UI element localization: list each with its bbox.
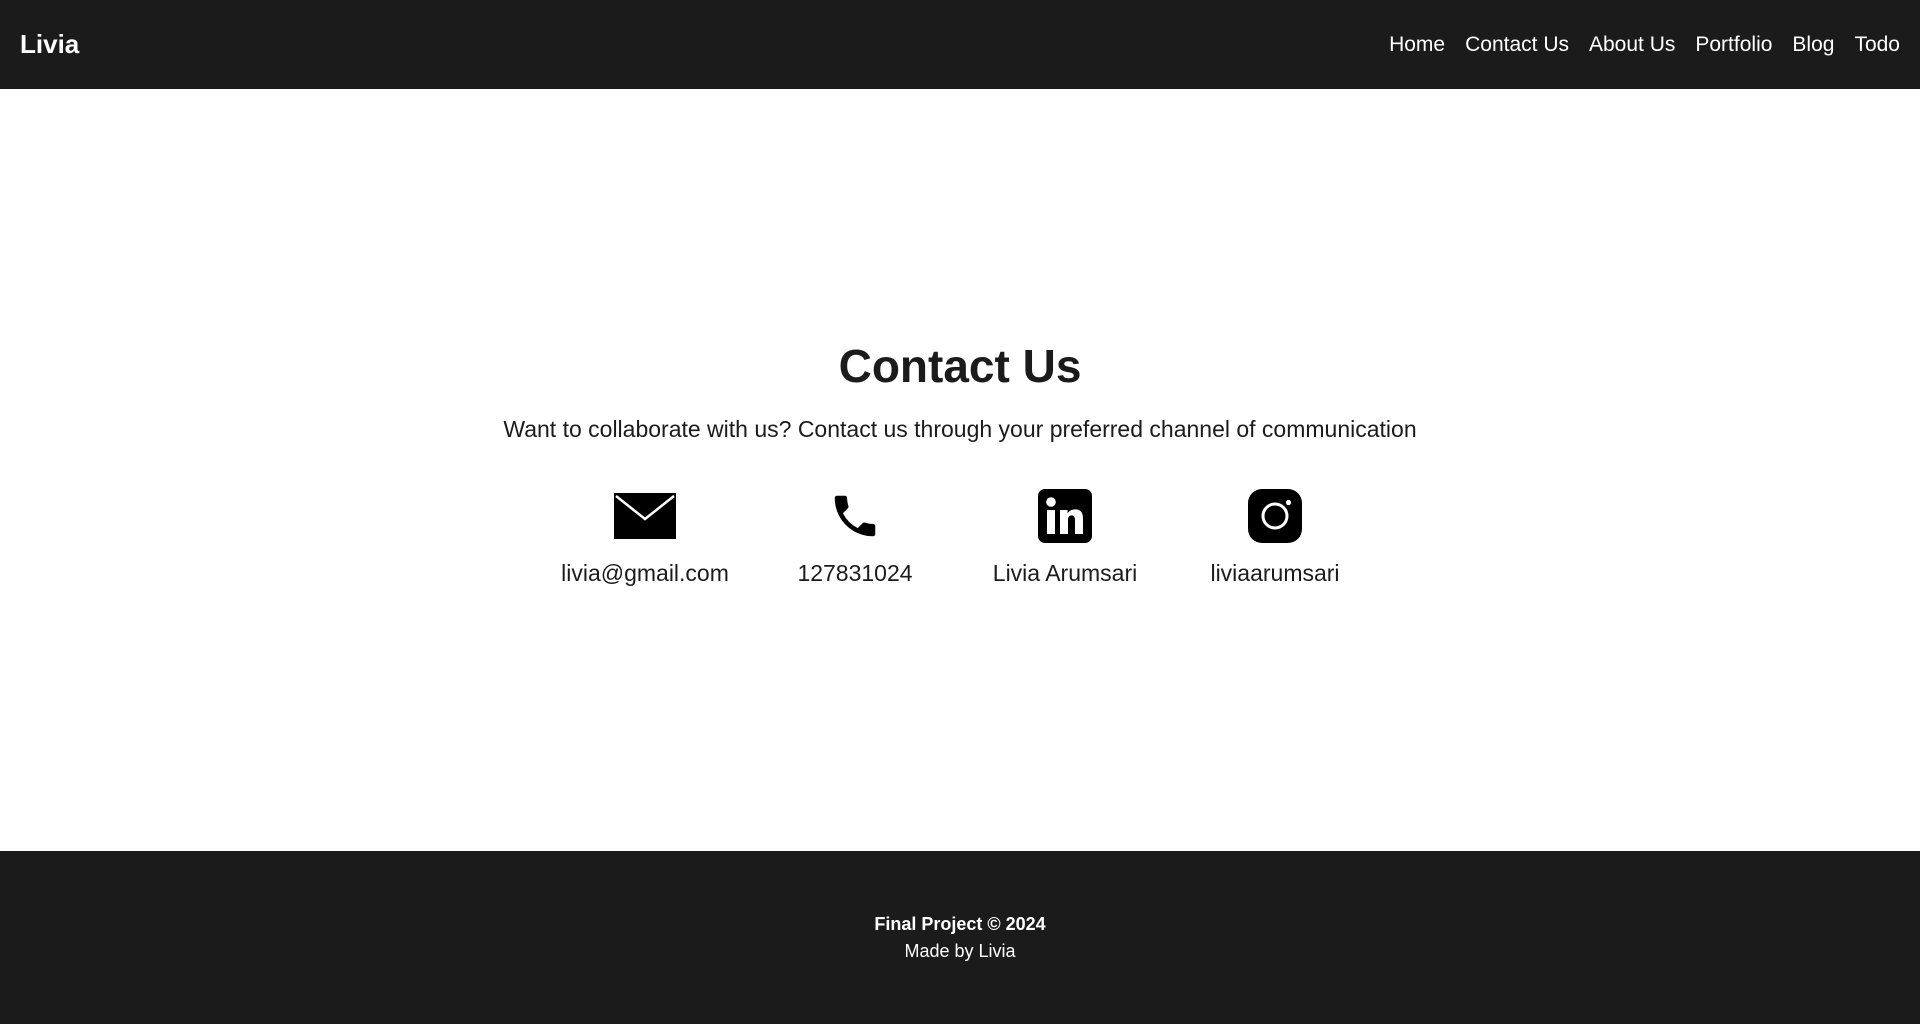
contact-email-label: livia@gmail.com [561, 560, 729, 586]
nav-link-contact-us[interactable]: Contact Us [1465, 33, 1569, 57]
linkedin-icon [1034, 488, 1096, 544]
contact-section: Contact Us Want to collaborate with us? … [0, 89, 1920, 851]
footer-made-by: Made by Livia [904, 940, 1016, 961]
footer-copyright: Final Project © 2024 [874, 913, 1046, 934]
top-navbar: Livia Home Contact Us About Us Portfolio… [0, 0, 1920, 89]
instagram-icon [1244, 488, 1306, 544]
page-title: Contact Us [838, 340, 1082, 392]
contact-item-instagram[interactable]: liviaarumsari [1170, 488, 1380, 587]
envelope-icon [614, 488, 676, 544]
nav-link-blog[interactable]: Blog [1792, 33, 1834, 57]
nav-menu: Home Contact Us About Us Portfolio Blog … [1389, 33, 1900, 57]
phone-icon [824, 488, 886, 544]
contact-phone-label: 127831024 [797, 560, 913, 586]
contact-instagram-label: liviaarumsari [1210, 560, 1340, 586]
contact-item-email[interactable]: livia@gmail.com [540, 488, 750, 587]
contact-item-linkedin[interactable]: Livia Arumsari [960, 488, 1170, 587]
brand-logo[interactable]: Livia [20, 29, 79, 60]
nav-link-todo[interactable]: Todo [1854, 33, 1900, 57]
page-subtitle: Want to collaborate with us? Contact us … [503, 416, 1417, 442]
contact-item-phone[interactable]: 127831024 [750, 488, 960, 587]
nav-link-home[interactable]: Home [1389, 33, 1445, 57]
page-footer: Final Project © 2024 Made by Livia [0, 851, 1920, 1024]
nav-link-portfolio[interactable]: Portfolio [1695, 33, 1772, 57]
contact-list: livia@gmail.com 127831024 Livia Arumsari [540, 488, 1380, 587]
contact-linkedin-label: Livia Arumsari [992, 560, 1138, 586]
nav-link-about-us[interactable]: About Us [1589, 33, 1675, 57]
